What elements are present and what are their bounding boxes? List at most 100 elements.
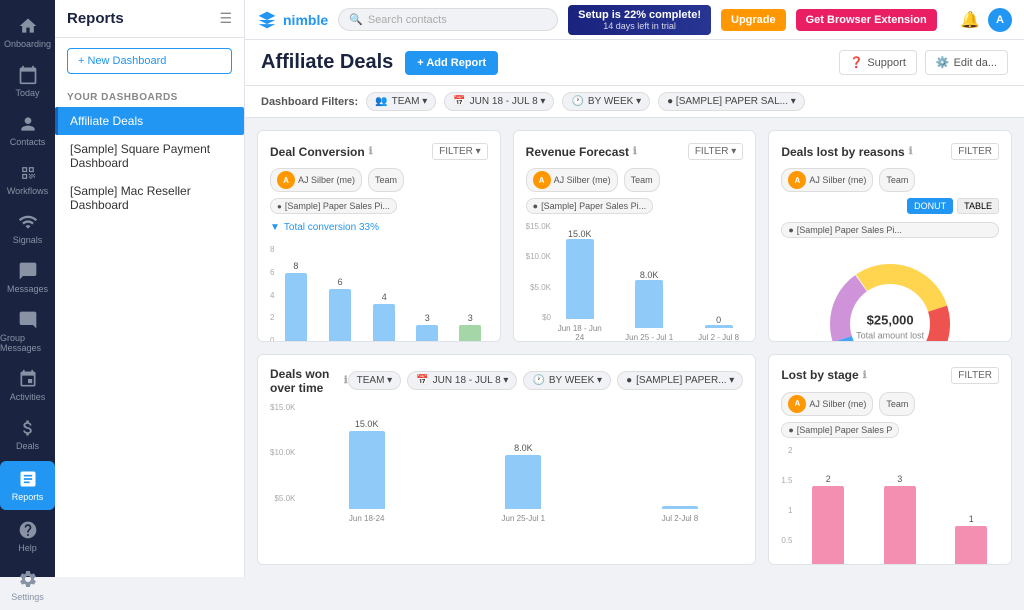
won-team-chip[interactable]: TEAM ▾ — [348, 371, 402, 390]
table-button[interactable]: TABLE — [957, 198, 999, 214]
bar-value-prop: 4 66% Value Pi... — [367, 252, 402, 342]
left-panel-title: Reports — [67, 10, 124, 27]
lost-team-chip: Team — [879, 168, 915, 192]
deal-conversion-chart: 86420 8 Qualifie... 6 75 — [270, 245, 488, 342]
dashboard-grid: Deal Conversion ℹ FILTER ▾ A AJ Silber (… — [245, 118, 1024, 577]
sidebar-item-today[interactable]: Today — [0, 57, 55, 106]
sidebar-item-workflows[interactable]: Workflows — [0, 155, 55, 204]
info-icon: ℹ — [863, 370, 867, 381]
donut-chart-container: $25,000 Total amount lost — [781, 246, 999, 342]
revenue-team-chip: Team — [624, 168, 660, 192]
lost-stage-filters: A AJ Silber (me) Team ●[Sample] Paper Sa… — [781, 392, 999, 438]
deal-conversion-bars: 8 Qualifie... 6 75% Decision... — [278, 245, 487, 342]
stage-bar-3: 1 — [943, 466, 999, 566]
won-bar-2: 8.0K Jun 25-Jul 1 — [460, 419, 587, 523]
dashboard-item-affiliate-deals[interactable]: Affiliate Deals — [55, 107, 244, 135]
won-bar-tiny — [662, 506, 698, 509]
deals-won-header: Deals won over time ℹ TEAM ▾ 📅 JUN 18 - … — [270, 367, 743, 395]
calendar-icon: 📅 — [453, 96, 465, 107]
clock-icon: 🕐 — [571, 96, 583, 107]
revenue-forecast-filter[interactable]: FILTER ▾ — [688, 143, 744, 160]
stage-bar-1: 2 — [800, 466, 856, 566]
clock-icon: 🕐 — [532, 375, 544, 386]
team-icon: 👥 — [375, 96, 387, 107]
revenue-pipeline-chip: ●[Sample] Paper Sales Pi... — [526, 198, 654, 214]
deals-won-card: Deals won over time ℹ TEAM ▾ 📅 JUN 18 - … — [257, 354, 756, 566]
deal-conversion-pipeline-chip: ● [Sample] Paper Sales Pi... — [270, 198, 397, 214]
stage-bar-tall-1 — [812, 486, 844, 566]
nav-icons: 🔔 A — [960, 8, 1012, 32]
sidebar-item-contacts[interactable]: Contacts — [0, 106, 55, 155]
lost-pipeline-chip: ●[Sample] Paper Sales Pi... — [781, 222, 999, 238]
deals-lost-filters: A AJ Silber (me) Team DONUT TABLE — [781, 168, 999, 214]
lost-user-chip: A AJ Silber (me) — [781, 168, 873, 192]
nimble-wordmark: nimble — [283, 12, 328, 28]
filters-bar: Dashboard Filters: 👥 TEAM ▾ 📅 JUN 18 - J… — [245, 86, 1024, 118]
page-title: Affiliate Deals — [261, 51, 393, 74]
filter-chip-week[interactable]: 🕐 BY WEEK ▾ — [562, 92, 650, 111]
deal-conversion-filter[interactable]: FILTER ▾ — [432, 143, 488, 160]
revenue-forecast-filters: A AJ Silber (me) Team ●[Sample] Paper Sa… — [526, 168, 744, 214]
sidebar-item-onboarding[interactable]: Onboarding — [0, 8, 55, 57]
sidebar-item-messages[interactable]: Messages — [0, 253, 55, 302]
support-button[interactable]: ❓ Support — [839, 50, 917, 75]
donut-button[interactable]: DONUT — [907, 198, 953, 214]
deals-lost-controls: FILTER — [951, 143, 999, 160]
lost-by-stage-header: Lost by stage ℹ FILTER — [781, 367, 999, 384]
won-bar-1: 15.0K Jun 18-24 — [303, 419, 430, 523]
edit-button[interactable]: ⚙️ Edit da... — [925, 50, 1008, 75]
sidebar: Onboarding Today Contacts Workflows Sign… — [0, 0, 55, 577]
stage-team-chip: Team — [879, 392, 915, 416]
new-dashboard-button[interactable]: + New Dashboard — [67, 48, 232, 74]
filter-chip-date[interactable]: 📅 JUN 18 - JUL 8 ▾ — [444, 92, 554, 111]
filter-chip-pipeline[interactable]: ● [SAMPLE] PAPER SAL... ▾ — [658, 92, 805, 111]
dashboard-item-mac-reseller[interactable]: [Sample] Mac Reseller Dashboard — [55, 177, 244, 219]
search-bar[interactable]: 🔍 Search contacts — [338, 8, 558, 31]
deals-lost-title: Deals lost by reasons ℹ — [781, 145, 912, 159]
sidebar-item-activities[interactable]: Activities — [0, 361, 55, 410]
rev-bar-3: 0 Jul 2 - Jul 8 — [694, 238, 743, 342]
info-icon: ℹ — [369, 146, 373, 157]
sidebar-item-settings[interactable]: Settings — [0, 561, 55, 610]
content-header: Affiliate Deals + Add Report ❓ Support ⚙… — [245, 40, 1024, 86]
won-bar-medium — [505, 455, 541, 509]
lost-by-stage-filter[interactable]: FILTER — [951, 367, 999, 384]
rev-bar-2: 8.0K Jun 25 - Jul 1 — [624, 238, 673, 342]
notification-icon[interactable]: 🔔 — [960, 10, 980, 30]
deal-conversion-header: Deal Conversion ℹ FILTER ▾ — [270, 143, 488, 160]
sidebar-item-group-messages[interactable]: Group Messages — [0, 302, 55, 361]
avatar[interactable]: A — [988, 8, 1012, 32]
sidebar-item-signals[interactable]: Signals — [0, 204, 55, 253]
won-pipeline-chip[interactable]: ● [SAMPLE] PAPER... ▾ — [617, 371, 743, 390]
setup-sublabel: 14 days left in trial — [578, 21, 701, 31]
browser-extension-button[interactable]: Get Browser Extension — [796, 9, 937, 31]
collapse-button[interactable]: ☰ — [219, 10, 232, 27]
won-date-chip[interactable]: 📅 JUN 18 - JUL 8 ▾ — [407, 371, 517, 390]
upgrade-button[interactable]: Upgrade — [721, 9, 786, 31]
bar-quote: 3 75% Quote — [410, 261, 445, 342]
revenue-forecast-card: Revenue Forecast ℹ FILTER ▾ A AJ Silber … — [513, 130, 757, 342]
dashboard-item-square-payment[interactable]: [Sample] Square Payment Dashboard — [55, 135, 244, 177]
donut-label: Total amount lost — [856, 331, 924, 341]
left-panel-header: Reports ☰ — [55, 0, 244, 38]
search-placeholder: Search contacts — [368, 14, 447, 26]
filter-chip-team[interactable]: 👥 TEAM ▾ — [366, 92, 436, 111]
revenue-forecast-chart: $15.0K$10.0K$5.0K$0 15.0K Jun 18 - Jun 2… — [526, 222, 744, 342]
sidebar-item-reports[interactable]: Reports — [0, 461, 55, 510]
add-report-button[interactable]: + Add Report — [405, 51, 498, 75]
deals-won-title: Deals won over time ℹ — [270, 367, 348, 395]
deals-won-chart: $15.0K$10.0K$5.0K 15.0K Jun 18-24 8.0K — [270, 403, 743, 523]
deals-lost-filter[interactable]: FILTER — [951, 143, 999, 160]
won-week-chip[interactable]: 🕐 BY WEEK ▾ — [523, 371, 611, 390]
rev-bar-1: 15.0K Jun 18 - Jun 24 — [555, 229, 604, 342]
topnav: nimble 🔍 Search contacts Setup is 22% co… — [245, 0, 1024, 40]
sidebar-item-help[interactable]: Help — [0, 512, 55, 561]
bar-won: 3 100% Won — [453, 261, 488, 342]
calendar-icon: 📅 — [416, 375, 428, 386]
deal-conversion-user-chip: A AJ Silber (me) — [270, 168, 362, 192]
deal-conversion-card: Deal Conversion ℹ FILTER ▾ A AJ Silber (… — [257, 130, 501, 342]
deal-conversion-filters: A AJ Silber (me) Team ● [Sample] Paper S… — [270, 168, 488, 214]
sidebar-item-deals[interactable]: Deals — [0, 410, 55, 459]
revenue-y-axis: $15.0K$10.0K$5.0K$0 — [526, 222, 551, 322]
stage-bar-tall-2 — [884, 486, 916, 566]
